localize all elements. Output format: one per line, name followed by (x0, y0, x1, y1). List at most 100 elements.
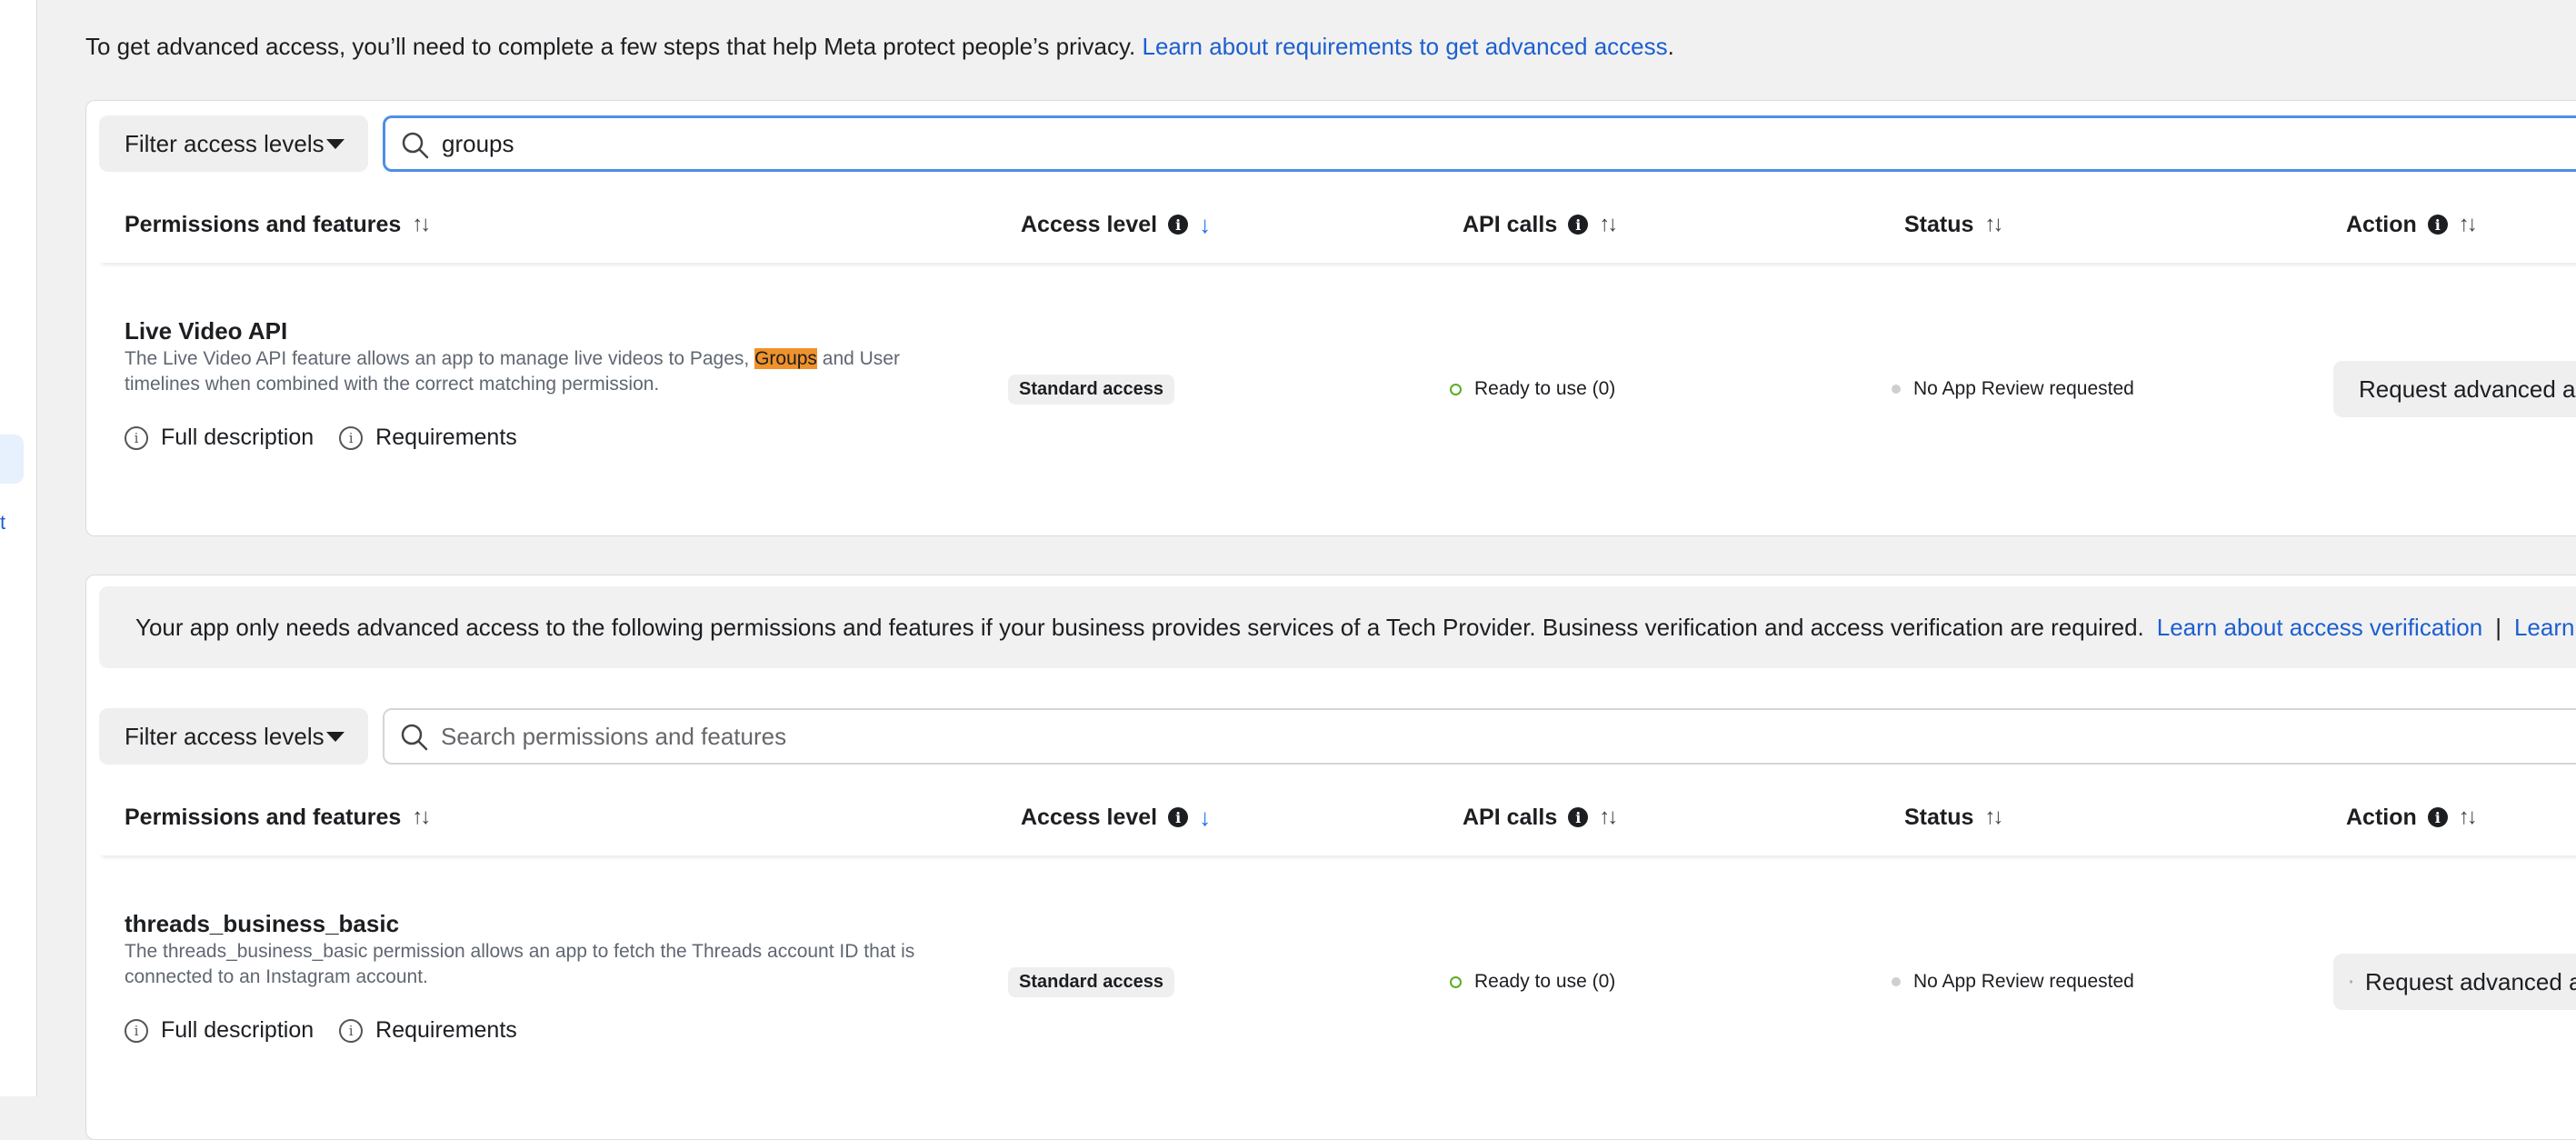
requirements-link[interactable]: i Requirements (339, 425, 517, 451)
info-circle-icon: i (125, 425, 148, 450)
intro-text: To get advanced access, you’ll need to c… (85, 33, 1143, 60)
requirements-label: Requirements (375, 425, 517, 450)
search-placeholder: Search permissions and features (441, 722, 787, 750)
request-advanced-access-button[interactable]: Request advanced access (2333, 361, 2576, 417)
filter-access-levels-button[interactable]: Filter access levels (99, 115, 368, 172)
review-status: No App Review requested (1892, 378, 2134, 400)
info-icon[interactable]: i (1568, 215, 1589, 235)
filter-label: Filter access levels (125, 129, 324, 157)
info-icon[interactable]: i (1168, 807, 1189, 827)
header-access-level-label: Access level (1021, 211, 1158, 237)
full-description-label: Full description (161, 425, 315, 450)
search-input[interactable]: groups (383, 115, 2576, 172)
header-status-label: Status (1904, 804, 1974, 830)
access-verification-link[interactable]: Learn about access verification (2157, 614, 2482, 642)
header-action-label: Action (2346, 804, 2417, 830)
full-description-link[interactable]: i Full description (125, 425, 314, 451)
header-api-calls[interactable]: API calls i ↑↓ (1463, 186, 1618, 263)
caret-down-icon (326, 139, 344, 149)
info-icon[interactable]: i (1568, 807, 1589, 827)
action-label: Request advanced access (2365, 967, 2576, 995)
permission-description: The threads_business_basic permission al… (125, 941, 915, 987)
link-separator: | (2495, 613, 2501, 641)
status-dot-icon (1892, 977, 1901, 986)
info-icon[interactable]: i (1168, 215, 1189, 235)
sort-arrows-icon[interactable]: ↑↓ (1984, 212, 2003, 237)
full-description-link[interactable]: i Full description (125, 1017, 314, 1044)
header-api-calls-label: API calls (1463, 804, 1558, 830)
review-status: No App Review requested (1892, 971, 2134, 993)
search-highlight: Groups (754, 348, 817, 369)
intro-end: . (1667, 33, 1674, 60)
api-calls-status: Ready to use (0) (1450, 378, 1615, 400)
info-circle-icon: i (339, 425, 364, 450)
access-level-badge: Standard access (1008, 375, 1174, 405)
caret-down-icon (326, 732, 344, 742)
tech-provider-notice: Your app only needs advanced access to t… (99, 586, 2576, 668)
requirements-link[interactable]: i Requirements (339, 1017, 517, 1044)
sort-down-arrow-icon[interactable]: ↓ (1199, 211, 1211, 239)
ready-dot-icon (1450, 383, 1462, 395)
info-icon[interactable]: i (2427, 807, 2448, 827)
table-header: Permissions and features ↑↓ Access level… (99, 779, 2576, 855)
header-permissions-label: Permissions and features (125, 211, 402, 237)
review-status-text: No App Review requested (1913, 971, 2134, 992)
permissions-card-2: Your app only needs advanced access to t… (85, 575, 2576, 1140)
search-icon (401, 724, 428, 751)
header-permissions-label: Permissions and features (125, 804, 402, 830)
sort-down-arrow-icon[interactable]: ↓ (1199, 804, 1211, 832)
header-api-calls-label: API calls (1463, 211, 1558, 237)
search-icon (402, 132, 429, 159)
sort-arrows-icon[interactable]: ↑↓ (2459, 805, 2478, 830)
request-advanced-access-button[interactable]: Request advanced access (2333, 954, 2576, 1010)
desc-before: The Live Video API feature allows an app… (125, 348, 755, 369)
requirements-label: Requirements (375, 1017, 517, 1043)
header-permissions[interactable]: Permissions and features ↑↓ (125, 779, 431, 855)
sidebar-selected-item[interactable] (0, 435, 24, 484)
sort-arrows-icon[interactable]: ↑↓ (1599, 212, 1618, 237)
header-access-level-label: Access level (1021, 804, 1158, 830)
header-permissions[interactable]: Permissions and features ↑↓ (125, 186, 431, 263)
permission-description: The Live Video API feature allows an app… (125, 346, 924, 397)
access-level-badge: Standard access (1008, 967, 1174, 997)
header-action[interactable]: Action i ↑↓ (2346, 186, 2478, 263)
sidebar-partial-link[interactable]: t (0, 511, 5, 535)
sort-arrows-icon[interactable]: ↑↓ (1984, 805, 2003, 830)
sort-arrows-icon[interactable]: ↑↓ (2459, 212, 2478, 237)
full-description-label: Full description (161, 1017, 315, 1043)
permissions-card-1: Filter access levels groups Permissions … (85, 100, 2576, 536)
api-calls-status-text: Ready to use (0) (1474, 378, 1616, 399)
permission-name: threads_business_basic (125, 910, 400, 937)
status-dot-icon (1892, 385, 1901, 394)
header-status[interactable]: Status ↑↓ (1904, 779, 2003, 855)
sort-arrows-icon[interactable]: ↑↓ (1599, 805, 1618, 830)
row-links: i Full description i Requirements (125, 1017, 517, 1044)
left-sidebar: t (0, 0, 37, 1096)
sort-arrows-icon[interactable]: ↑↓ (412, 805, 431, 830)
api-calls-status: Ready to use (0) (1450, 971, 1615, 993)
info-circle-icon: i (339, 1018, 364, 1043)
header-action[interactable]: Action i ↑↓ (2346, 779, 2478, 855)
header-api-calls[interactable]: API calls i ↑↓ (1463, 779, 1618, 855)
advanced-access-intro: To get advanced access, you’ll need to c… (85, 33, 1674, 61)
notice-text: Your app only needs advanced access to t… (135, 613, 2144, 641)
search-value: groups (442, 129, 514, 157)
header-access-level[interactable]: Access level i ↓ (1021, 779, 1211, 855)
header-access-level[interactable]: Access level i ↓ (1021, 186, 1211, 263)
search-input[interactable]: Search permissions and features (383, 708, 2576, 765)
tech-providers-link[interactable]: Learn about Tech Providers (2514, 614, 2576, 642)
requirements-link[interactable]: Learn about requirements to get advanced… (1142, 33, 1667, 60)
header-status-label: Status (1904, 211, 1974, 237)
info-circle-icon: i (125, 1018, 148, 1043)
filter-label: Filter access levels (125, 722, 324, 750)
api-calls-status-text: Ready to use (0) (1474, 971, 1616, 992)
header-status[interactable]: Status ↑↓ (1904, 186, 2003, 263)
action-label: Request advanced access (2359, 375, 2576, 403)
info-icon[interactable]: i (2427, 215, 2448, 235)
review-status-text: No App Review requested (1913, 378, 2134, 399)
sort-arrows-icon[interactable]: ↑↓ (412, 212, 431, 237)
permission-name: Live Video API (125, 317, 288, 345)
table-header: Permissions and features ↑↓ Access level… (99, 186, 2576, 263)
shield-icon (2350, 980, 2352, 984)
filter-access-levels-button[interactable]: Filter access levels (99, 708, 368, 765)
